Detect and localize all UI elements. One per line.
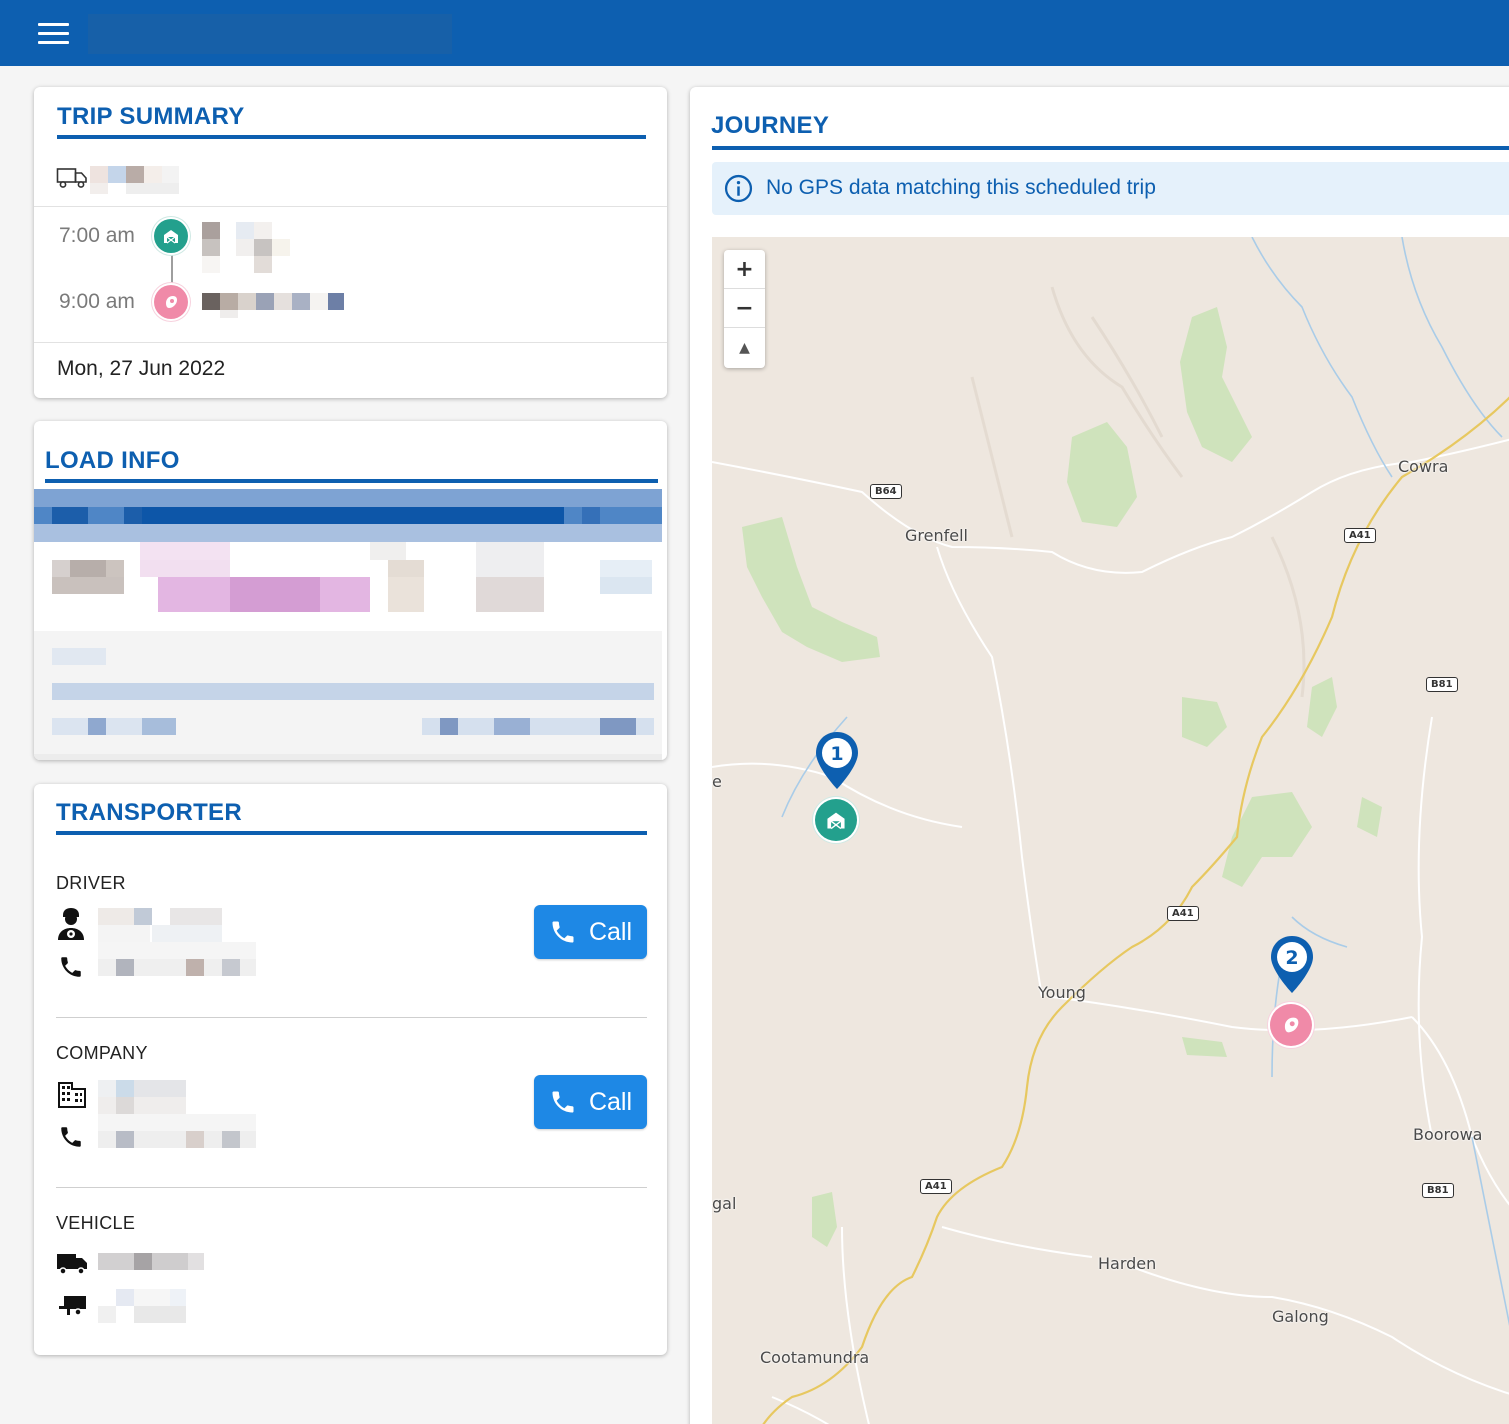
rivers (781, 237, 1509, 1327)
driver-icon (58, 908, 84, 940)
town-label: e (712, 772, 722, 791)
town-label: Grenfell (905, 526, 968, 545)
arrival-time: 9:00 am (59, 290, 135, 313)
phone-icon (61, 1127, 81, 1147)
redacted-header-text (88, 14, 452, 54)
destination-map-pin[interactable]: 2 (1269, 934, 1315, 996)
app-header (0, 0, 1509, 66)
call-label: Call (588, 917, 633, 946)
journey-map[interactable]: + − ▲ Cowra Grenfell Young Boorowa Harde… (712, 237, 1509, 1424)
town-label: Cootamundra (760, 1348, 870, 1367)
call-company-button[interactable]: Call (534, 1075, 647, 1129)
zoom-in-button[interactable]: + (724, 250, 765, 289)
title-underline (56, 831, 647, 835)
destination-meat-icon (154, 285, 188, 319)
truck-icon (57, 1254, 87, 1275)
alert-message: No GPS data matching this scheduled trip (766, 176, 1156, 199)
title-underline (45, 479, 658, 483)
town-label: gal (712, 1194, 737, 1213)
section-divider (56, 1187, 647, 1188)
road-shield: A41 (1167, 906, 1199, 921)
call-label: Call (588, 1087, 633, 1116)
driver-label: DRIVER (56, 873, 126, 893)
load-info-title: LOAD INFO (45, 447, 180, 474)
title-underline (712, 146, 1509, 150)
town-label: Young (1038, 983, 1086, 1002)
section-divider (56, 1017, 647, 1018)
journey-title: JOURNEY (711, 112, 830, 139)
destination-meat-icon[interactable] (1270, 1004, 1312, 1046)
departure-time: 7:00 am (59, 224, 135, 247)
load-info-card: LOAD INFO (34, 421, 667, 760)
town-label: Cowra (1398, 457, 1449, 476)
truck-icon (56, 168, 87, 188)
road-shield: B81 (1426, 677, 1458, 692)
town-label: Harden (1098, 1254, 1157, 1273)
trip-summary-title: TRIP SUMMARY (57, 103, 245, 130)
origin-map-pin[interactable]: 1 (814, 730, 860, 792)
town-label: Galong (1272, 1307, 1329, 1326)
origin-farm-icon (154, 219, 188, 253)
phone-icon (61, 957, 81, 977)
divider (34, 206, 667, 207)
divider (34, 342, 667, 343)
road-shield: B81 (1422, 1183, 1454, 1198)
trailer-icon (59, 1296, 86, 1316)
phone-icon (552, 921, 574, 943)
town-label: Boorowa (1413, 1125, 1483, 1144)
road-shield: A41 (1344, 528, 1376, 543)
trip-date: Mon, 27 Jun 2022 (57, 357, 226, 380)
no-gps-alert: No GPS data matching this scheduled trip (712, 162, 1509, 215)
call-driver-button[interactable]: Call (534, 905, 647, 959)
timeline-connector (171, 250, 173, 288)
menu-icon[interactable] (38, 23, 69, 45)
marker-number: 2 (1285, 947, 1298, 969)
company-label: COMPANY (56, 1043, 148, 1063)
road-shield: B64 (870, 484, 902, 499)
reset-bearing-button[interactable]: ▲ (724, 328, 765, 367)
vehicle-label: VEHICLE (56, 1213, 136, 1233)
trip-summary-card: TRIP SUMMARY 7:00 am 9:00 am Mon, 27 Jun… (34, 87, 667, 398)
title-underline (57, 135, 646, 139)
marker-number: 1 (830, 743, 843, 765)
road-shield: A41 (920, 1179, 952, 1194)
transporter-card: TRANSPORTER DRIVER Call COMPANY Call VEH… (34, 784, 667, 1355)
info-icon (724, 174, 753, 203)
journey-card: JOURNEY No GPS data matching this schedu… (690, 87, 1509, 1424)
phone-icon (552, 1091, 574, 1113)
origin-farm-icon[interactable] (815, 799, 857, 841)
minor-roads (712, 438, 1509, 1424)
map-zoom-controls: + − ▲ (724, 250, 765, 368)
terrain-shading (970, 286, 1306, 698)
zoom-out-button[interactable]: − (724, 289, 765, 328)
building-icon (58, 1082, 86, 1108)
transporter-title: TRANSPORTER (56, 799, 242, 826)
